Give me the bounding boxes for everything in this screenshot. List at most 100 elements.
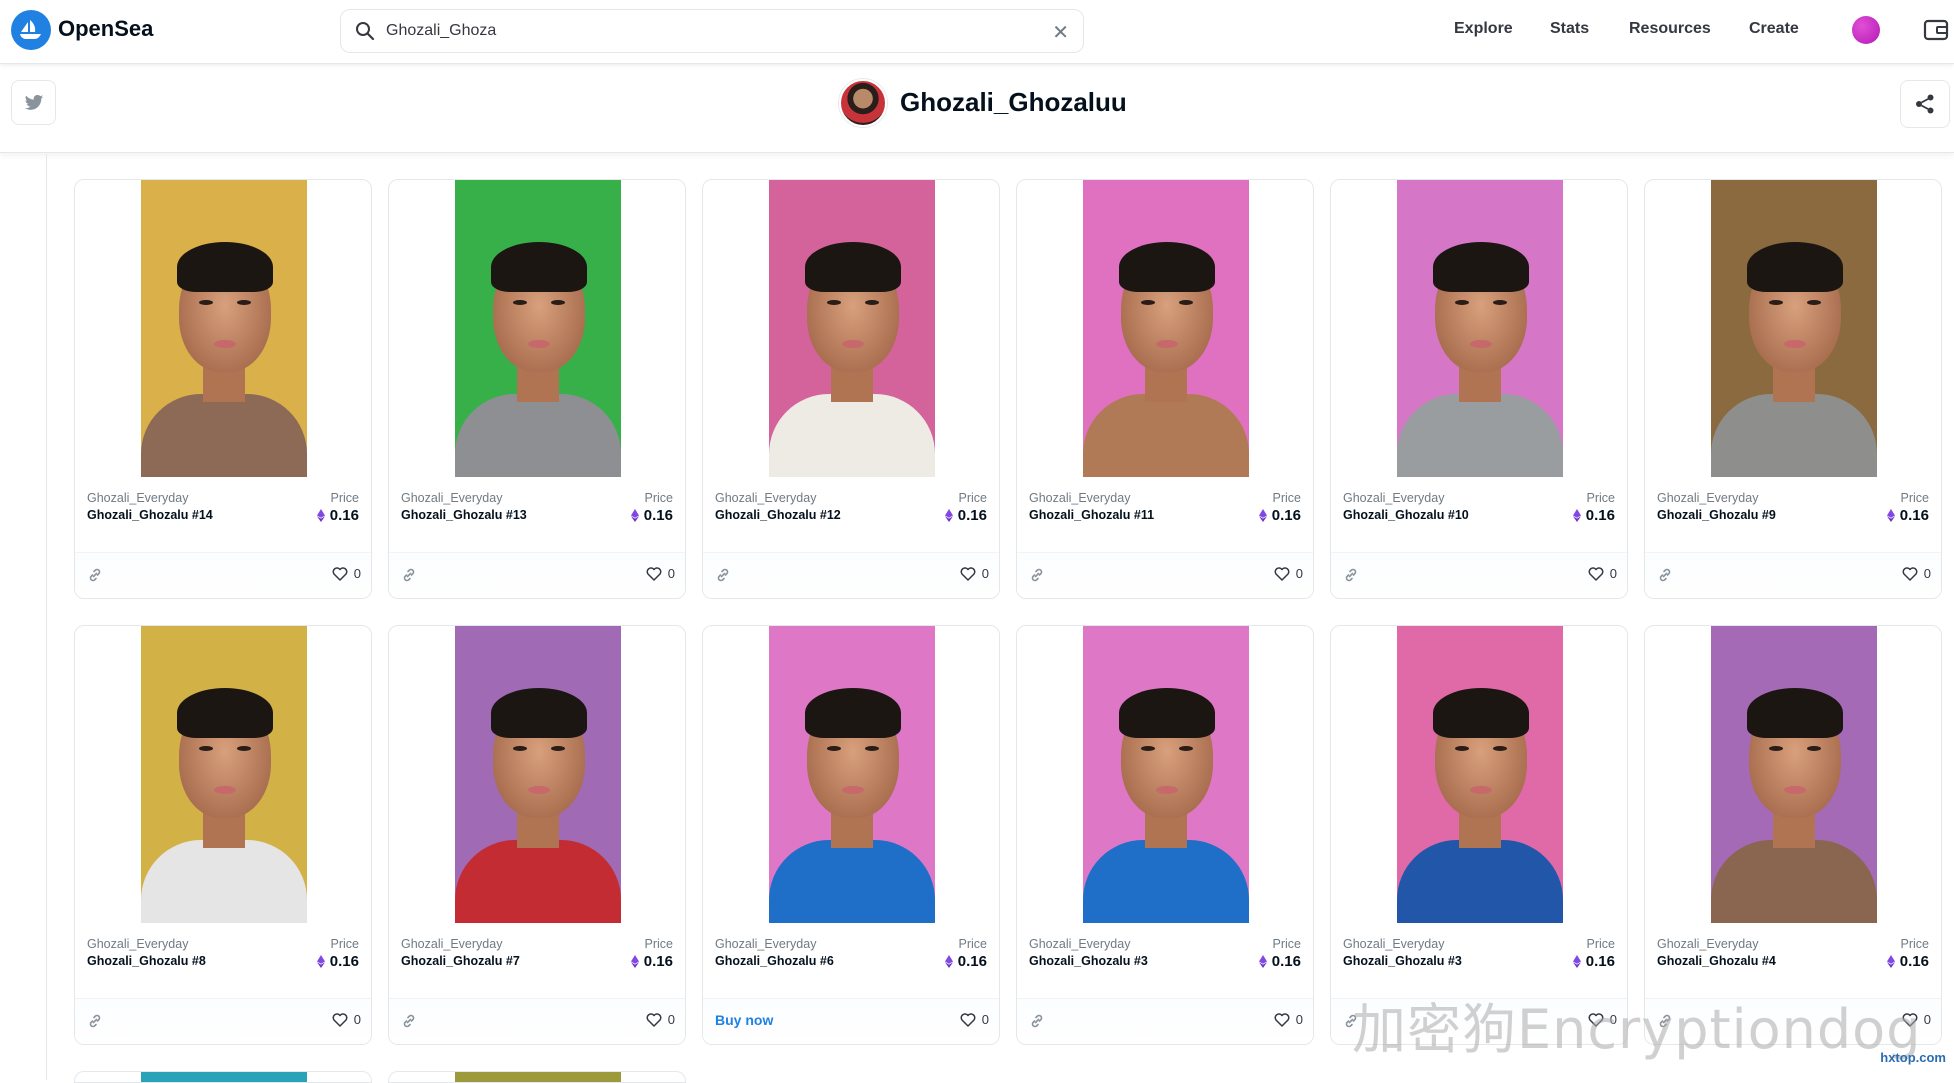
asset-card[interactable]: Ghozali_Everyday Ghozali_Ghozalu #14 Pri… [74,179,372,599]
link-icon[interactable] [1029,567,1045,583]
collection-name[interactable]: Ghozali_Everyday [87,491,188,505]
asset-image[interactable] [1017,180,1313,477]
asset-name[interactable]: Ghozali_Ghozalu #13 [401,508,527,522]
asset-card-partial[interactable] [388,1071,686,1083]
asset-image[interactable] [1331,626,1627,923]
asset-card[interactable]: Ghozali_Everyday Ghozali_Ghozalu #4 Pric… [1644,625,1942,1045]
card-footer: 0 [389,552,685,598]
asset-name[interactable]: Ghozali_Ghozalu #7 [401,954,520,968]
card-footer: 0 [1017,998,1313,1044]
link-icon[interactable] [87,567,103,583]
search-bar[interactable]: Ghozali_Ghoza ✕ [340,9,1084,53]
link-icon[interactable] [715,567,731,583]
asset-name[interactable]: Ghozali_Ghozalu #11 [1029,508,1154,522]
twitter-button[interactable] [11,80,56,125]
favorite-button[interactable]: 0 [960,566,989,581]
user-avatar-icon[interactable] [1852,16,1880,44]
link-icon[interactable] [1343,567,1359,583]
asset-image[interactable] [1017,626,1313,923]
link-icon[interactable] [401,567,417,583]
price-label: Price [1586,937,1615,951]
asset-image[interactable] [703,626,999,923]
price-value: 0.16 [957,507,987,524]
asset-image[interactable] [389,626,685,923]
favorite-button[interactable]: 0 [332,1012,361,1027]
favorite-button[interactable]: 0 [1588,566,1617,581]
collection-name[interactable]: Ghozali_Everyday [1343,491,1444,505]
asset-name[interactable]: Ghozali_Ghozalu #3 [1029,954,1148,968]
asset-card[interactable]: Ghozali_Everyday Ghozali_Ghozalu #13 Pri… [388,179,686,599]
wallet-icon[interactable] [1922,16,1950,44]
collection-name[interactable]: Ghozali_Everyday [715,937,816,951]
collection-name[interactable]: Ghozali_Everyday [401,491,502,505]
asset-card[interactable]: Ghozali_Everyday Ghozali_Ghozalu #7 Pric… [388,625,686,1045]
favorite-button[interactable]: 0 [1902,566,1931,581]
asset-card[interactable]: Ghozali_Everyday Ghozali_Ghozalu #8 Pric… [74,625,372,1045]
asset-image[interactable] [1331,180,1627,477]
asset-card[interactable]: Ghozali_Everyday Ghozali_Ghozalu #11 Pri… [1016,179,1314,599]
favorite-count: 0 [1923,1012,1931,1027]
favorite-button[interactable]: 0 [960,1012,989,1027]
asset-card[interactable]: Ghozali_Everyday Ghozali_Ghozalu #9 Pric… [1644,179,1942,599]
asset-card[interactable]: Ghozali_Everyday Ghozali_Ghozalu #3 Pric… [1016,625,1314,1045]
asset-card[interactable]: Ghozali_Everyday Ghozali_Ghozalu #12 Pri… [702,179,1000,599]
asset-photo [769,626,935,923]
asset-price: 0.16 [1258,953,1301,970]
asset-name[interactable]: Ghozali_Ghozalu #8 [87,954,206,968]
nav-resources[interactable]: Resources [1629,20,1711,38]
asset-card[interactable]: Ghozali_Everyday Ghozali_Ghozalu #3 Pric… [1330,625,1628,1045]
favorite-button[interactable]: 0 [1274,566,1303,581]
collection-name[interactable]: Ghozali_Everyday [87,937,188,951]
share-button[interactable] [1900,80,1950,128]
asset-photo [141,626,307,923]
collection-name[interactable]: Ghozali_Everyday [1029,937,1130,951]
buy-now-button[interactable]: Buy now [715,1012,773,1028]
profile-header: Ghozali_Ghozaluu [0,65,1954,153]
collection-name[interactable]: Ghozali_Everyday [1657,491,1758,505]
asset-image[interactable] [389,180,685,477]
collection-name[interactable]: Ghozali_Everyday [401,937,502,951]
collection-name[interactable]: Ghozali_Everyday [715,491,816,505]
nav-stats[interactable]: Stats [1550,20,1589,38]
share-icon [1916,94,1934,114]
favorite-button[interactable]: 0 [332,566,361,581]
opensea-logo-icon[interactable] [11,10,51,50]
asset-image[interactable] [75,180,371,477]
asset-name[interactable]: Ghozali_Ghozalu #3 [1343,954,1462,968]
favorite-button[interactable]: 0 [1274,1012,1303,1027]
price-value: 0.16 [1585,953,1615,970]
asset-name[interactable]: Ghozali_Ghozalu #9 [1657,508,1776,522]
asset-photo [1711,180,1877,477]
asset-name[interactable]: Ghozali_Ghozalu #14 [87,508,213,522]
collection-name[interactable]: Ghozali_Everyday [1029,491,1130,505]
asset-name[interactable]: Ghozali_Ghozalu #4 [1657,954,1776,968]
watermark-site: hxtop.com [1880,1050,1946,1065]
collection-name[interactable]: Ghozali_Everyday [1657,937,1758,951]
clear-search-icon[interactable]: ✕ [1052,20,1069,45]
nav-explore[interactable]: Explore [1454,20,1513,38]
favorite-button[interactable]: 0 [646,1012,675,1027]
asset-image[interactable] [1645,180,1941,477]
link-icon[interactable] [87,1013,103,1029]
favorite-button[interactable]: 0 [646,566,675,581]
link-icon[interactable] [1029,1013,1045,1029]
asset-image[interactable] [75,626,371,923]
search-input[interactable]: Ghozali_Ghoza [386,22,496,40]
asset-photo [1083,626,1249,923]
asset-image[interactable] [703,180,999,477]
asset-name[interactable]: Ghozali_Ghozalu #12 [715,508,841,522]
asset-image[interactable] [1645,626,1941,923]
nav-create[interactable]: Create [1749,20,1799,38]
left-rail-divider [46,154,47,1080]
link-icon[interactable] [401,1013,417,1029]
collection-name[interactable]: Ghozali_Everyday [1343,937,1444,951]
link-icon[interactable] [1657,567,1673,583]
asset-card[interactable]: Ghozali_Everyday Ghozali_Ghozalu #10 Pri… [1330,179,1628,599]
brand-name[interactable]: OpenSea [58,16,153,42]
asset-name[interactable]: Ghozali_Ghozalu #6 [715,954,834,968]
asset-card-partial[interactable] [74,1071,372,1083]
price-value: 0.16 [957,953,987,970]
asset-card[interactable]: Ghozali_Everyday Ghozali_Ghozalu #6 Pric… [702,625,1000,1045]
asset-name[interactable]: Ghozali_Ghozalu #10 [1343,508,1469,522]
eth-icon [316,955,325,968]
